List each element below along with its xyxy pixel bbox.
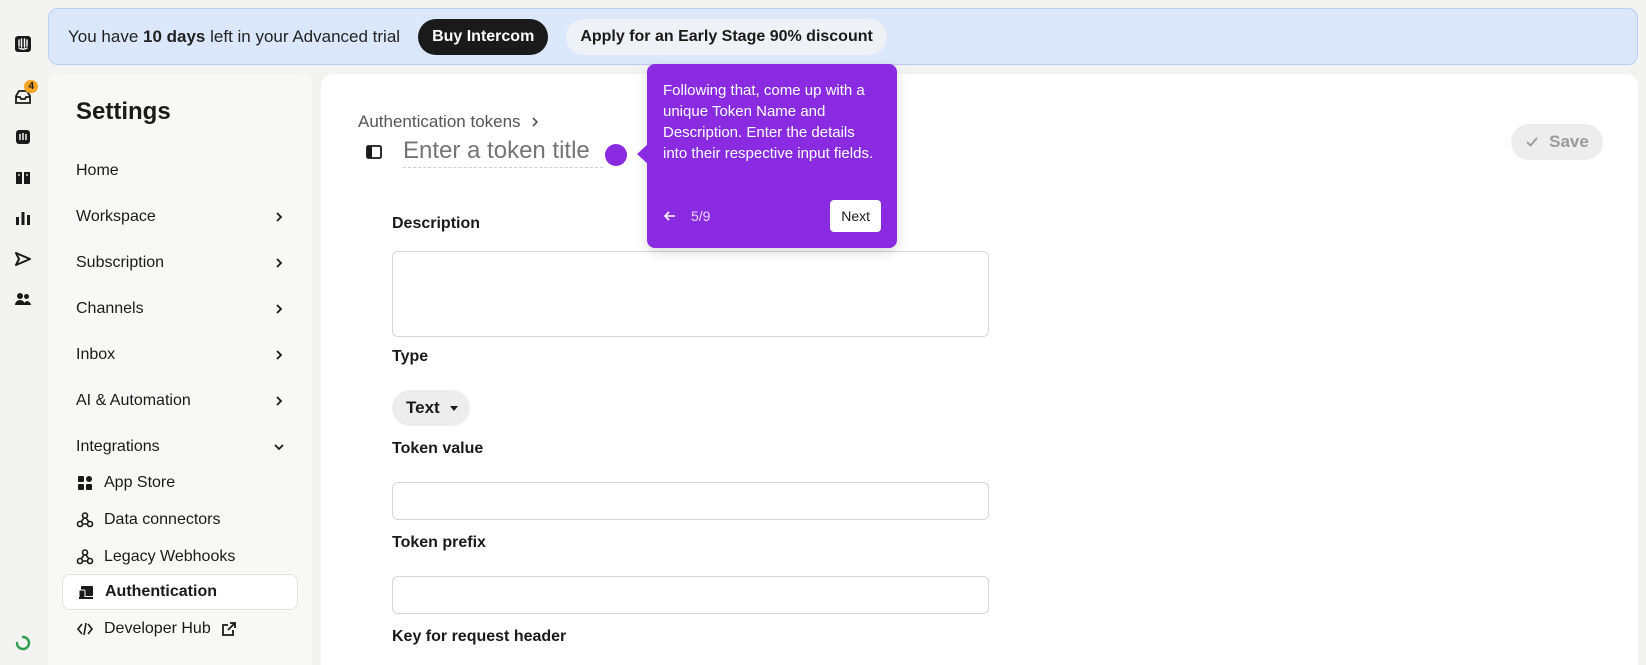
tooltip-text: Following that, come up with a unique To…	[663, 82, 874, 162]
token-prefix-label: Token prefix	[392, 534, 486, 551]
intercom-logo-icon[interactable]	[12, 33, 34, 55]
tour-tooltip: Following that, come up with a unique To…	[637, 64, 897, 248]
tooltip-step-counter: 5/9	[691, 208, 711, 224]
sidebar-item-inbox[interactable]: Inbox	[76, 340, 286, 370]
description-label: Description	[392, 215, 481, 232]
chevron-right-icon	[276, 350, 283, 360]
sidebar-subitem-developer-hub[interactable]: Developer Hub	[62, 611, 298, 647]
inbox-icon[interactable]: 4	[12, 80, 38, 108]
trial-text: You have 10 days left in your Advanced t…	[68, 26, 401, 46]
sidebar-subitem-data-connectors[interactable]: Data connectors	[62, 502, 298, 538]
tooltip-arrow	[637, 144, 648, 164]
chevron-right-icon	[531, 117, 538, 127]
arrow-left-icon[interactable]	[663, 209, 677, 223]
settings-sidebar: Settings Home Workspace Subscription Cha…	[48, 74, 312, 665]
app-rail: 4	[0, 0, 46, 665]
main-content: Authentication tokens Save Description T…	[321, 74, 1638, 665]
token-value-label: Token value	[392, 440, 484, 457]
tour-beacon	[605, 144, 627, 166]
chevron-right-icon	[276, 304, 283, 314]
app-store-icon	[76, 474, 94, 492]
loading-spinner-icon	[12, 632, 34, 654]
key-request-header-label: Key for request header	[392, 628, 567, 645]
description-textarea[interactable]	[392, 251, 989, 337]
sidebar-subitem-app-store[interactable]: App Store	[62, 465, 298, 501]
chevron-right-icon	[276, 212, 283, 222]
token-title-input[interactable]	[403, 134, 603, 168]
type-label: Type	[392, 348, 429, 365]
webhook-icon	[76, 548, 94, 566]
type-select[interactable]: Text	[392, 390, 470, 426]
settings-title: Settings	[76, 98, 171, 125]
breadcrumb-authentication-tokens[interactable]: Authentication tokens	[358, 112, 521, 132]
sidebar-item-integrations[interactable]: Integrations	[76, 432, 286, 462]
sidebar-item-workspace[interactable]: Workspace	[76, 202, 286, 232]
breadcrumb[interactable]: Authentication tokens	[358, 112, 541, 132]
tooltip-next-button[interactable]: Next	[830, 200, 881, 232]
sidebar-subitem-legacy-webhooks[interactable]: Legacy Webhooks	[62, 539, 298, 575]
sidebar-item-channels[interactable]: Channels	[76, 294, 286, 324]
webhook-icon	[76, 511, 94, 529]
save-button[interactable]: Save	[1511, 124, 1603, 160]
outbound-send-icon[interactable]	[12, 248, 34, 270]
tooltip-footer: 5/9 Next	[663, 200, 881, 232]
sidebar-subitem-authentication[interactable]: Authentication	[62, 574, 298, 610]
contacts-icon[interactable]	[12, 288, 34, 310]
checkmark-icon	[1526, 137, 1538, 147]
chevron-down-icon	[274, 444, 284, 451]
token-prefix-input[interactable]	[392, 576, 989, 614]
authentication-icon	[77, 583, 95, 601]
reports-icon[interactable]	[12, 207, 34, 229]
caret-down-icon	[449, 406, 458, 411]
external-link-icon	[221, 622, 236, 636]
trial-banner: You have 10 days left in your Advanced t…	[48, 8, 1638, 65]
sidebar-item-subscription[interactable]: Subscription	[76, 248, 286, 278]
code-icon	[76, 620, 94, 638]
sidebar-item-ai-automation[interactable]: AI & Automation	[76, 386, 286, 416]
early-stage-discount-button[interactable]: Apply for an Early Stage 90% discount	[566, 18, 887, 55]
chevron-right-icon	[276, 396, 283, 406]
token-value-input[interactable]	[392, 482, 989, 520]
knowledge-book-icon[interactable]	[12, 167, 34, 189]
buy-intercom-button[interactable]: Buy Intercom	[418, 18, 549, 55]
chevron-right-icon	[276, 258, 283, 268]
sidebar-item-home[interactable]: Home	[76, 156, 286, 186]
inbox-badge: 4	[24, 80, 38, 93]
panel-toggle-icon[interactable]	[365, 143, 383, 161]
fin-icon[interactable]	[12, 126, 34, 148]
